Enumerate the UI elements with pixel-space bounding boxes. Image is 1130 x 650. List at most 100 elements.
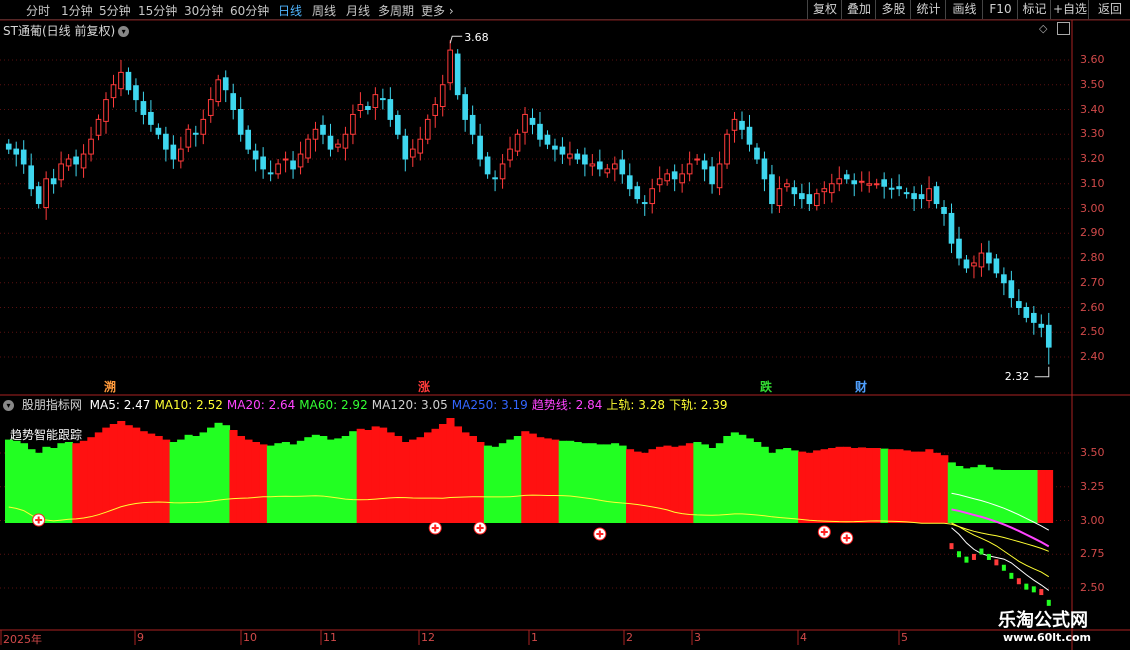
candle-body (559, 146, 566, 155)
bull-bar (42, 446, 51, 523)
watermark-url: www.60lt.com (1003, 631, 1092, 644)
indicator-candle (1024, 583, 1029, 590)
candle-body (327, 135, 334, 150)
bull-bar (289, 444, 298, 523)
candle-body (918, 194, 925, 200)
candle-body (43, 178, 49, 209)
candle-body (731, 118, 738, 131)
date-tick: 2025年 (3, 633, 42, 646)
candle-body (260, 156, 266, 170)
date-tick: 11 (323, 631, 337, 644)
bear-bar (364, 430, 373, 523)
candle-body (776, 188, 783, 207)
bull-bar (207, 427, 216, 523)
bear-bar (626, 449, 635, 523)
candle-body (933, 186, 940, 205)
bull-bar (266, 445, 275, 523)
candle-body (986, 252, 992, 264)
candle-body (178, 148, 184, 162)
bull-bar (274, 443, 283, 523)
bull-bar (723, 436, 732, 523)
bear-bar (424, 432, 433, 523)
candle-body (58, 163, 64, 181)
candle-body (1023, 307, 1030, 318)
bear-bar (236, 436, 246, 523)
bull-bar (513, 436, 522, 523)
indicator-candle (994, 559, 999, 566)
indicator-candle (1039, 589, 1044, 596)
event-marker[interactable]: 财 (855, 378, 867, 395)
bear-bar (124, 425, 133, 523)
candle-body (372, 94, 379, 109)
candle-body (978, 252, 985, 268)
candle-body (828, 183, 835, 194)
bull-bar (611, 443, 620, 523)
bear-bar (162, 439, 171, 523)
event-marker[interactable]: 跌 (760, 378, 772, 395)
candle-body (320, 124, 326, 135)
candle-body (28, 165, 35, 190)
candle-body (275, 163, 281, 175)
candlestick-chart[interactable] (0, 0, 1130, 650)
candle-body (20, 149, 27, 165)
watermark-name: 乐淘公式网 (998, 610, 1088, 631)
candle-body (133, 85, 139, 101)
candle-body (507, 148, 513, 161)
candle-body (118, 71, 124, 90)
bull-bar (5, 439, 14, 523)
candle-body (155, 127, 162, 135)
low-price-label: 2.32 (1004, 369, 1030, 383)
bear-bar (132, 427, 141, 523)
event-marker[interactable]: 溯 (104, 378, 116, 395)
candle-body (1016, 301, 1022, 308)
bull-bar (783, 448, 792, 523)
candle-body (95, 118, 102, 136)
chevron-down-icon[interactable]: ▾ (3, 400, 14, 411)
bear-bar (865, 448, 874, 523)
candle-body (342, 133, 349, 149)
candle-body (365, 106, 371, 110)
bull-bar (775, 449, 784, 523)
bull-bar (700, 444, 709, 523)
bear-bar (843, 446, 852, 523)
indicator-candle (964, 556, 969, 563)
bull-bar (296, 440, 305, 523)
indicator-axis: 3.50 3.25 3.00 2.75 2.50 (1072, 0, 1130, 630)
candle-body (297, 153, 304, 168)
candle-body (649, 188, 656, 205)
event-marker[interactable]: 涨 (418, 378, 430, 395)
bear-bar (244, 439, 253, 523)
candle-body (746, 126, 753, 145)
bull-bar (491, 446, 500, 523)
candle-body (380, 98, 386, 101)
high-pointer (449, 35, 463, 44)
candle-body (305, 138, 311, 159)
bull-bar (304, 437, 313, 523)
indicator-name[interactable]: 股朋指标网 (22, 398, 82, 412)
indicator-candle (1016, 578, 1021, 585)
candle-body (312, 128, 319, 140)
bear-bar (648, 449, 657, 523)
candle-body (858, 180, 865, 183)
bear-bar (147, 433, 156, 523)
indicator-tick: 3.25 (1080, 479, 1105, 493)
candle-body (387, 99, 394, 120)
high-price-label: 3.68 (464, 31, 489, 45)
candle-body (163, 133, 169, 150)
candle-body (926, 188, 932, 202)
candle-body (903, 192, 910, 195)
candle-body (170, 144, 177, 160)
bear-bar (678, 445, 687, 523)
bear-bar (356, 428, 365, 523)
candle-body (140, 101, 147, 115)
candle-body (896, 186, 902, 190)
bear-bar (386, 432, 395, 523)
indicator-candle (949, 543, 954, 550)
indicator-tick: 3.50 (1080, 446, 1105, 459)
bear-bar (940, 455, 949, 523)
bear-bar (1045, 470, 1054, 523)
bull-bar (177, 439, 186, 523)
legend-item: MA60: 2.92 (299, 398, 368, 412)
candle-body (701, 160, 708, 170)
candle-body (454, 53, 461, 96)
